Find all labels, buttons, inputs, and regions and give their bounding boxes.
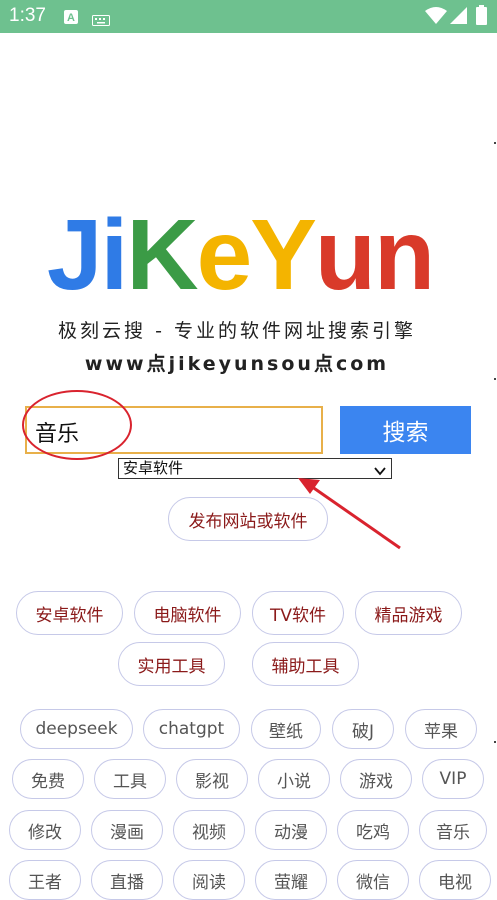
tag-pill[interactable]: 壁纸 bbox=[251, 709, 321, 749]
tag-pill[interactable]: 苹果 bbox=[405, 709, 477, 749]
logo-letter: e bbox=[196, 199, 253, 311]
scroll-indicator bbox=[494, 142, 496, 144]
tag-pill[interactable]: 电视 bbox=[419, 860, 491, 900]
logo-letter: Y bbox=[250, 199, 317, 311]
wifi-icon bbox=[425, 7, 447, 29]
logo-letter: u bbox=[314, 199, 376, 311]
tag-pill[interactable]: deepseek bbox=[20, 709, 133, 749]
battery-icon bbox=[476, 5, 487, 29]
tag-pill[interactable]: 修改 bbox=[9, 810, 81, 850]
scroll-indicator bbox=[494, 741, 496, 743]
logo-letter: J bbox=[46, 199, 103, 311]
tag-pill[interactable]: chatgpt bbox=[143, 709, 240, 749]
site-tagline: 极刻云搜 - 专业的软件网址搜索引擎 bbox=[58, 320, 416, 342]
tag-pill[interactable]: 王者 bbox=[9, 860, 81, 900]
text-format-icon: A bbox=[64, 9, 78, 28]
site-domain: www点jikeyunsou点com bbox=[84, 353, 390, 375]
category-pill[interactable]: TV软件 bbox=[252, 591, 344, 635]
tag-pill[interactable]: VIP bbox=[422, 759, 484, 799]
tag-pill[interactable]: 视频 bbox=[173, 810, 245, 850]
tag-pill[interactable]: 直播 bbox=[91, 860, 163, 900]
category-pill[interactable]: 电脑软件 bbox=[134, 591, 241, 635]
category-pill[interactable]: 安卓软件 bbox=[16, 591, 123, 635]
tag-pill[interactable]: 动漫 bbox=[255, 810, 327, 850]
status-time: 1:37 bbox=[9, 5, 46, 26]
category-pill[interactable]: 辅助工具 bbox=[252, 642, 359, 686]
tag-pill[interactable]: 影视 bbox=[176, 759, 248, 799]
logo-letter: i bbox=[100, 199, 129, 311]
tag-pill[interactable]: 音乐 bbox=[419, 810, 487, 850]
tag-pill[interactable]: 游戏 bbox=[340, 759, 412, 799]
tag-pill[interactable]: 萤耀 bbox=[255, 860, 327, 900]
signal-icon bbox=[450, 7, 467, 28]
tag-pill[interactable]: 免费 bbox=[12, 759, 84, 799]
tag-pill[interactable]: 吃鸡 bbox=[337, 810, 409, 850]
publish-button[interactable]: 发布网站或软件 bbox=[168, 497, 328, 541]
category-select-value: 安卓软件 bbox=[123, 459, 184, 477]
category-pill[interactable]: 实用工具 bbox=[118, 642, 225, 686]
tag-pill[interactable]: 破J bbox=[332, 709, 394, 749]
svg-text:A: A bbox=[67, 12, 75, 24]
logo-letter: n bbox=[373, 199, 435, 311]
category-pill[interactable]: 精品游戏 bbox=[355, 591, 462, 635]
keyboard-icon bbox=[92, 11, 110, 30]
tag-pill[interactable]: 小说 bbox=[258, 759, 330, 799]
tag-pill[interactable]: 漫画 bbox=[91, 810, 163, 850]
search-button[interactable]: 搜索 bbox=[340, 406, 471, 454]
tag-pill[interactable]: 微信 bbox=[337, 860, 409, 900]
status-bar: 1:37 A bbox=[0, 0, 497, 33]
site-logo: JiKeYun bbox=[0, 200, 480, 310]
scroll-indicator bbox=[494, 378, 496, 380]
logo-letter: K bbox=[126, 199, 198, 311]
tag-pill[interactable]: 阅读 bbox=[173, 860, 245, 900]
annotation-circle bbox=[22, 390, 132, 460]
tag-pill[interactable]: 工具 bbox=[94, 759, 166, 799]
